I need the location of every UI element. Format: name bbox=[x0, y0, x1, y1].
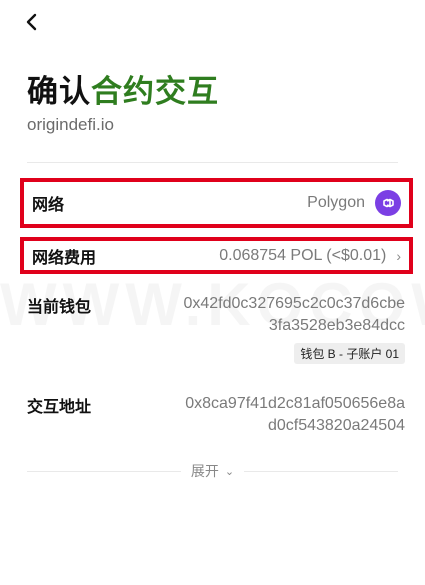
network-fee-row[interactable]: 网络费用 0.068754 POL (<$0.01) › bbox=[20, 237, 413, 274]
network-name: Polygon bbox=[307, 194, 365, 211]
network-fee-label: 网络费用 bbox=[32, 247, 97, 267]
interaction-address-label: 交互地址 bbox=[27, 397, 92, 416]
network-value: Polygon bbox=[307, 190, 401, 216]
chevron-down-icon: ⌄ bbox=[224, 465, 235, 478]
network-row: 网络 Polygon bbox=[20, 178, 413, 228]
interaction-address-section: 交互地址 0x8ca97f41d2c81af050656e8ad0cf54382… bbox=[27, 393, 405, 443]
divider bbox=[27, 162, 398, 163]
current-wallet-address: 0x42fd0c327695c2c0c37d6cbe3fa3528eb3e84d… bbox=[183, 295, 405, 334]
current-wallet-label: 当前钱包 bbox=[27, 297, 92, 316]
page-title: 确认合约交互 bbox=[27, 66, 219, 111]
dapp-domain: origindefi.io bbox=[27, 115, 114, 134]
network-label: 网络 bbox=[32, 195, 65, 214]
network-fee-value: 0.068754 POL (<$0.01) › bbox=[219, 247, 401, 265]
wallet-account-badge: 钱包 B - 子账户 01 bbox=[294, 343, 405, 364]
chevron-right-icon: › bbox=[396, 247, 401, 264]
current-wallet-section: 当前钱包 0x42fd0c327695c2c0c37d6cbe3fa3528eb… bbox=[27, 293, 405, 364]
expand-button-wrap: 展开 ⌄ bbox=[0, 461, 425, 481]
title-contract-interaction: 合约交互 bbox=[91, 74, 219, 110]
expand-label: 展开 bbox=[190, 463, 219, 479]
title-confirm: 确认 bbox=[27, 74, 91, 110]
chevron-left-icon bbox=[26, 13, 37, 31]
back-button[interactable] bbox=[18, 8, 46, 36]
expand-button[interactable]: 展开 ⌄ bbox=[180, 461, 245, 481]
network-fee-amount: 0.068754 POL (<$0.01) bbox=[219, 246, 387, 264]
interaction-address-value: 0x8ca97f41d2c81af050656e8ad0cf543820a245… bbox=[185, 395, 405, 434]
polygon-icon bbox=[375, 190, 401, 216]
